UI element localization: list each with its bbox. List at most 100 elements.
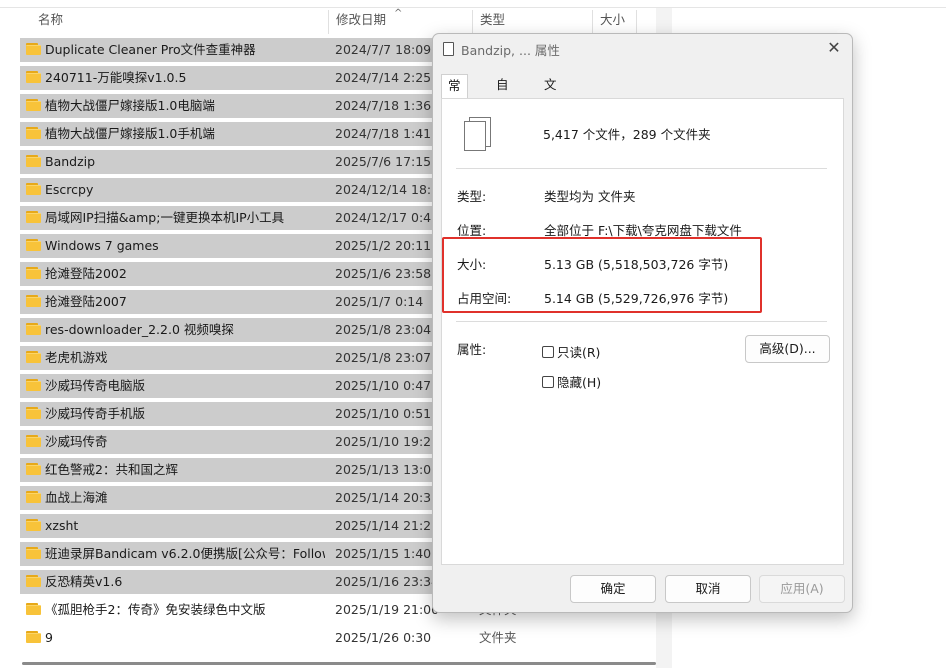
file-name: 沙威玛传奇电脑版 [45, 378, 146, 393]
size-value: 5.13 GB (5,518,503,726 字节) [544, 257, 729, 272]
folder-icon [26, 463, 41, 475]
advanced-button[interactable]: 高级(D)... [745, 335, 830, 363]
readonly-checkbox-label: 只读(R) [557, 345, 601, 360]
file-name: 反恐精英v1.6 [45, 574, 123, 589]
close-icon[interactable]: ✕ [824, 38, 844, 58]
modified-date: 2025/1/16 23:34 [335, 574, 440, 589]
type-label: 类型: [457, 189, 487, 204]
hidden-checkbox-box[interactable] [542, 375, 554, 388]
top-divider [0, 0, 946, 8]
file-name: 9 [45, 630, 53, 645]
folder-icon [26, 267, 41, 279]
file-name: Duplicate Cleaner Pro文件查重神器 [45, 42, 256, 57]
file-name: 植物大战僵尸嫁接版1.0手机端 [45, 126, 215, 141]
file-name: res-downloader_2.2.0 视频嗅探 [45, 322, 234, 337]
file-name: xzsht [45, 518, 79, 533]
tab-checksum[interactable]: 文件校验 [538, 74, 563, 158]
modified-date: 2025/1/2 20:11 [335, 238, 432, 253]
file-name: 《孤胆枪手2：传奇》免安装绿色中文版 [45, 602, 266, 617]
column-name[interactable]: 名称 [30, 8, 63, 34]
folder-icon [26, 435, 41, 447]
hidden-checkbox[interactable]: 隐藏(H) [542, 372, 601, 391]
folder-icon [26, 155, 41, 167]
file-name: 沙威玛传奇手机版 [45, 406, 146, 421]
modified-date: 2024/7/14 2:25 [335, 70, 432, 85]
modified-date: 2024/7/18 1:36 [335, 98, 432, 113]
file-name: Bandzip [45, 154, 96, 169]
file-name: 240711-万能嗅探v1.0.5 [45, 70, 187, 85]
cancel-button[interactable]: 取消 [665, 575, 751, 603]
folder-icon [26, 239, 41, 251]
type-value: 类型均为 文件夹 [544, 189, 636, 204]
modified-date: 2025/1/14 21:21 [335, 518, 440, 533]
size-label: 大小: [457, 257, 487, 272]
modified-date: 2025/1/10 19:25 [335, 434, 440, 449]
general-panel: 5,417 个文件，289 个文件夹 类型: 类型均为 文件夹 位置: 全部位于… [441, 98, 844, 565]
tab-general[interactable]: 常规 [441, 74, 468, 115]
modified-date: 2025/1/13 13:03 [335, 462, 440, 477]
dialog-title-bar[interactable]: Bandzip, ... 属性 ✕ [433, 34, 852, 64]
folder-icon [26, 183, 41, 195]
modified-date: 2025/1/10 0:51 [335, 406, 432, 421]
disk-usage-label: 占用空间: [457, 291, 512, 306]
folder-icon [26, 379, 41, 391]
folder-icon [26, 603, 41, 615]
readonly-checkbox[interactable]: 只读(R) [542, 342, 600, 361]
file-name: 植物大战僵尸嫁接版1.0电脑端 [45, 98, 215, 113]
modified-date: 2025/1/14 20:32 [335, 490, 440, 505]
modified-date: 2025/1/6 23:58 [335, 266, 432, 281]
divider [456, 168, 827, 169]
file-name: 红色警戒2：共和国之辉 [45, 462, 178, 477]
file-name: 老虎机游戏 [45, 350, 108, 365]
folder-icon [26, 519, 41, 531]
file-name: 沙威玛传奇 [45, 434, 108, 449]
modified-date: 2024/7/7 18:09 [335, 42, 432, 57]
file-type: 文件夹 [479, 630, 517, 645]
folder-icon [26, 71, 41, 83]
divider [456, 321, 827, 322]
modified-date: 2025/1/10 0:47 [335, 378, 432, 393]
folder-icon [26, 491, 41, 503]
folder-icon [26, 631, 41, 643]
file-name: Windows 7 games [45, 238, 159, 253]
horizontal-scrollbar[interactable] [22, 662, 656, 665]
folder-icon [26, 295, 41, 307]
column-type[interactable]: 类型 [472, 8, 505, 34]
attributes-label: 属性: [457, 342, 487, 357]
sort-arrow-icon: ^ [394, 8, 403, 19]
modified-date: 2024/12/14 18:23 [335, 182, 448, 197]
file-name: Escrcpy [45, 182, 94, 197]
folder-icon [26, 575, 41, 587]
apply-button[interactable]: 应用(A) [759, 575, 845, 603]
modified-date: 2025/7/6 17:15 [335, 154, 432, 169]
column-size[interactable]: 大小 [592, 8, 625, 34]
hidden-checkbox-label: 隐藏(H) [557, 375, 602, 390]
column-separator[interactable] [636, 10, 637, 34]
folder-icon [26, 351, 41, 363]
folder-icon [26, 127, 41, 139]
modified-date: 2025/1/7 0:14 [335, 294, 424, 309]
modified-date: 2024/12/17 0:46 [335, 210, 440, 225]
ok-button[interactable]: 确定 [570, 575, 656, 603]
file-name: 抢滩登陆2007 [45, 294, 127, 309]
list-item[interactable]: 9 2025/1/26 0:30 文件夹 [20, 626, 660, 650]
file-name: 抢滩登陆2002 [45, 266, 127, 281]
modified-date: 2025/1/15 1:40 [335, 546, 432, 561]
modified-date: 2024/7/18 1:41 [335, 126, 432, 141]
folder-icon [26, 547, 41, 559]
document-icon [443, 42, 454, 56]
modified-date: 2025/1/8 23:04 [335, 322, 432, 337]
modified-date: 2025/1/8 23:07 [335, 350, 432, 365]
folder-icon [26, 43, 41, 55]
folder-icon [26, 99, 41, 111]
column-date[interactable]: 修改日期 [328, 8, 386, 34]
multi-document-icon [464, 117, 492, 153]
folder-icon [26, 407, 41, 419]
file-name: 局域网IP扫描&amp;一键更换本机IP小工具 [45, 210, 285, 225]
modified-date: 2025/1/19 21:00 [335, 602, 440, 617]
folder-icon [26, 211, 41, 223]
properties-dialog: Bandzip, ... 属性 ✕ 常规 自定义 文件校验 5,417 个文件，… [432, 33, 853, 613]
readonly-checkbox-box[interactable] [542, 345, 554, 358]
modified-date: 2025/1/26 0:30 [335, 630, 432, 645]
tab-custom[interactable]: 自定义 [490, 74, 515, 136]
